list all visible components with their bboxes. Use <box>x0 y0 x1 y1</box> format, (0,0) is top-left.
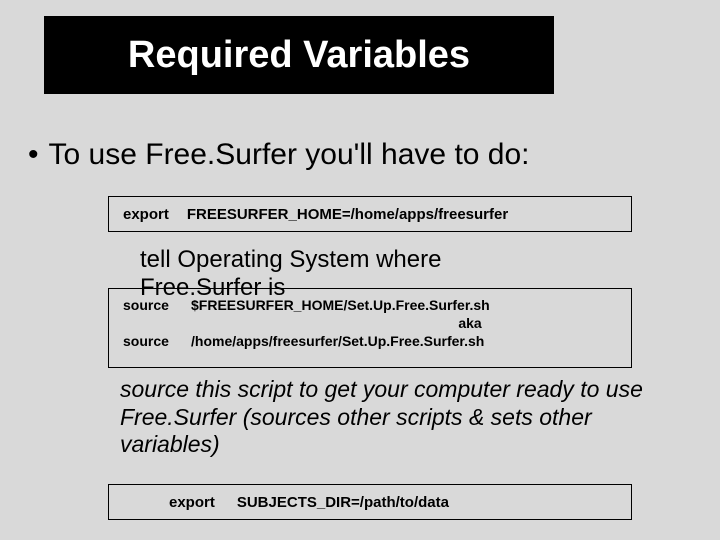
code-box-source: source $FREESURFER_HOME/Set.Up.Free.Surf… <box>108 288 632 368</box>
code-box-export-home: export FREESURFER_HOME=/home/apps/freesu… <box>108 196 632 232</box>
bullet-line: • To use Free.Surfer you'll have to do: <box>28 138 530 172</box>
source-row-1: source $FREESURFER_HOME/Set.Up.Free.Surf… <box>123 297 617 313</box>
bullet-marker: • <box>28 138 39 171</box>
source-arg-1: $FREESURFER_HOME/Set.Up.Free.Surfer.sh <box>191 297 490 313</box>
bullet-text: To use Free.Surfer you'll have to do: <box>49 138 530 171</box>
explain-line1: tell Operating System where <box>140 246 441 274</box>
source-cmd-1: source <box>123 297 191 313</box>
export-arg-2: SUBJECTS_DIR=/path/to/data <box>237 494 449 511</box>
export-cmd-2: export <box>169 494 215 511</box>
source-row-2: source /home/apps/freesurfer/Set.Up.Free… <box>123 333 617 349</box>
explain-source-script: source this script to get your computer … <box>120 376 660 459</box>
source-cmd-2: source <box>123 333 191 349</box>
aka-label: aka <box>123 315 617 331</box>
code-box-subjects-dir: export SUBJECTS_DIR=/path/to/data <box>108 484 632 520</box>
title-banner: Required Variables <box>44 16 554 94</box>
export-arg: FREESURFER_HOME=/home/apps/freesurfer <box>187 206 508 223</box>
source-arg-2: /home/apps/freesurfer/Set.Up.Free.Surfer… <box>191 333 484 349</box>
slide-title: Required Variables <box>128 34 470 77</box>
export-cmd: export <box>123 206 169 223</box>
